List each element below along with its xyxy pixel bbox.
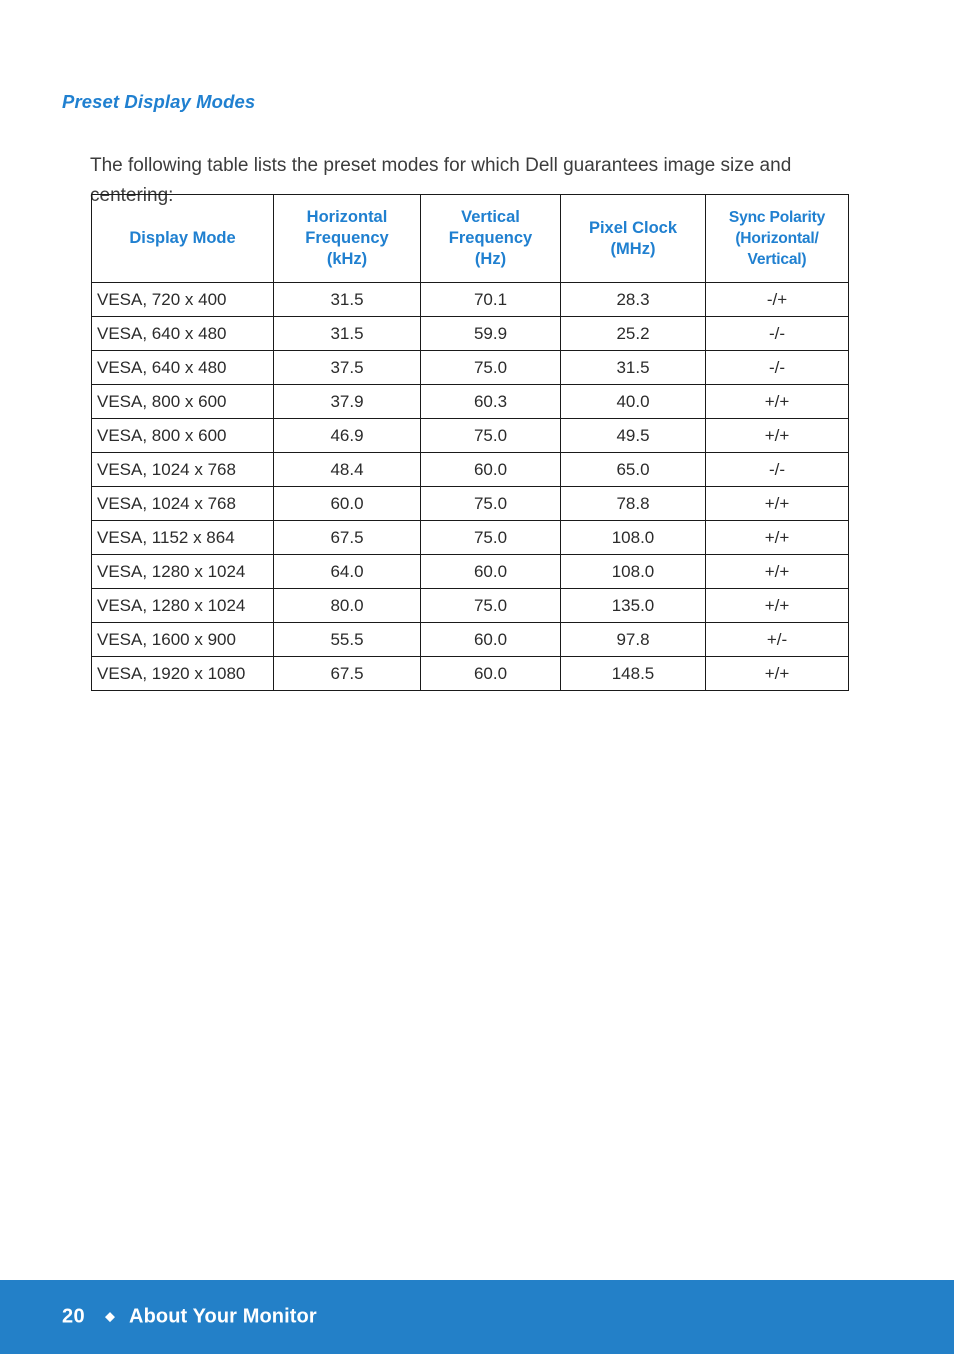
cell-vertical-frequency: 75.0 bbox=[420, 588, 561, 623]
cell-display-mode: VESA, 800 x 600 bbox=[91, 384, 274, 419]
column-header-sync-polarity-line3: Vertical) bbox=[747, 251, 807, 268]
table-row: VESA, 1280 x 1024 80.0 75.0 135.0 +/+ bbox=[91, 588, 849, 623]
cell-display-mode: VESA, 1152 x 864 bbox=[91, 520, 274, 555]
cell-vertical-frequency: 75.0 bbox=[420, 520, 561, 555]
cell-horizontal-frequency: 80.0 bbox=[273, 588, 421, 623]
cell-pixel-clock: 49.5 bbox=[560, 418, 706, 453]
column-header-display-mode: Display Mode bbox=[91, 194, 274, 283]
column-header-horizontal-frequency-line2: Frequency bbox=[305, 229, 389, 247]
table-row: VESA, 1280 x 1024 64.0 60.0 108.0 +/+ bbox=[91, 554, 849, 589]
cell-pixel-clock: 108.0 bbox=[560, 554, 706, 589]
document-page: Preset Display Modes The following table… bbox=[0, 0, 954, 1354]
cell-display-mode: VESA, 640 x 480 bbox=[91, 316, 274, 351]
cell-horizontal-frequency: 67.5 bbox=[273, 520, 421, 555]
column-header-display-mode-label: Display Mode bbox=[129, 229, 236, 247]
cell-horizontal-frequency: 46.9 bbox=[273, 418, 421, 453]
cell-horizontal-frequency: 48.4 bbox=[273, 452, 421, 487]
column-header-sync-polarity-line1: Sync Polarity bbox=[728, 209, 826, 226]
cell-display-mode: VESA, 1920 x 1080 bbox=[91, 656, 274, 691]
cell-display-mode: VESA, 800 x 600 bbox=[91, 418, 274, 453]
cell-sync-polarity: -/- bbox=[705, 316, 849, 351]
table-body: VESA, 720 x 400 31.5 70.1 28.3 -/+ VESA, 640 … bbox=[91, 282, 849, 691]
cell-display-mode: VESA, 1600 x 900 bbox=[91, 622, 274, 657]
page-footer: 20 ◆ About Your Monitor bbox=[0, 1280, 954, 1354]
cell-sync-polarity: +/+ bbox=[705, 418, 849, 453]
diamond-icon: ◆ bbox=[105, 1308, 116, 1324]
cell-horizontal-frequency: 31.5 bbox=[273, 282, 421, 317]
footer-content: 20 ◆ About Your Monitor bbox=[62, 1306, 317, 1329]
cell-pixel-clock: 25.2 bbox=[560, 316, 706, 351]
cell-vertical-frequency: 75.0 bbox=[420, 350, 561, 385]
cell-pixel-clock: 40.0 bbox=[560, 384, 706, 419]
cell-display-mode: VESA, 1280 x 1024 bbox=[91, 588, 274, 623]
column-header-pixel-clock: Pixel Clock (MHz) bbox=[560, 194, 706, 283]
cell-sync-polarity: -/- bbox=[705, 452, 849, 487]
table-row: VESA, 1024 x 768 60.0 75.0 78.8 +/+ bbox=[91, 486, 849, 521]
cell-pixel-clock: 28.3 bbox=[560, 282, 706, 317]
cell-horizontal-frequency: 67.5 bbox=[273, 656, 421, 691]
cell-horizontal-frequency: 55.5 bbox=[273, 622, 421, 657]
cell-pixel-clock: 31.5 bbox=[560, 350, 706, 385]
cell-display-mode: VESA, 1280 x 1024 bbox=[91, 554, 274, 589]
cell-sync-polarity: +/+ bbox=[705, 588, 849, 623]
cell-vertical-frequency: 59.9 bbox=[420, 316, 561, 351]
preset-display-modes-table: Display Mode Horizontal Frequency (kHz) … bbox=[91, 194, 849, 691]
column-header-vertical-frequency-line3: (Hz) bbox=[474, 250, 507, 268]
section-heading: Preset Display Modes bbox=[62, 91, 256, 112]
table-row: VESA, 640 x 480 31.5 59.9 25.2 -/- bbox=[91, 316, 849, 351]
table-row: VESA, 640 x 480 37.5 75.0 31.5 -/- bbox=[91, 350, 849, 385]
cell-sync-polarity: -/- bbox=[705, 350, 849, 385]
table-row: VESA, 1600 x 900 55.5 60.0 97.8 +/- bbox=[91, 622, 849, 657]
column-header-vertical-frequency: Vertical Frequency (Hz) bbox=[420, 194, 561, 283]
cell-vertical-frequency: 75.0 bbox=[420, 418, 561, 453]
cell-horizontal-frequency: 37.9 bbox=[273, 384, 421, 419]
cell-display-mode: VESA, 1024 x 768 bbox=[91, 486, 274, 521]
cell-display-mode: VESA, 1024 x 768 bbox=[91, 452, 274, 487]
cell-pixel-clock: 135.0 bbox=[560, 588, 706, 623]
cell-display-mode: VESA, 720 x 400 bbox=[91, 282, 274, 317]
cell-sync-polarity: -/+ bbox=[705, 282, 849, 317]
cell-vertical-frequency: 60.0 bbox=[420, 656, 561, 691]
table-row: VESA, 720 x 400 31.5 70.1 28.3 -/+ bbox=[91, 282, 849, 317]
cell-pixel-clock: 97.8 bbox=[560, 622, 706, 657]
cell-vertical-frequency: 60.0 bbox=[420, 554, 561, 589]
table-row: VESA, 1152 x 864 67.5 75.0 108.0 +/+ bbox=[91, 520, 849, 555]
cell-vertical-frequency: 75.0 bbox=[420, 486, 561, 521]
cell-horizontal-frequency: 60.0 bbox=[273, 486, 421, 521]
cell-vertical-frequency: 60.0 bbox=[420, 622, 561, 657]
cell-sync-polarity: +/- bbox=[705, 622, 849, 657]
cell-pixel-clock: 108.0 bbox=[560, 520, 706, 555]
table-row: VESA, 800 x 600 37.9 60.3 40.0 +/+ bbox=[91, 384, 849, 419]
column-header-pixel-clock-line2: (MHz) bbox=[610, 239, 656, 258]
column-header-vertical-frequency-line1: Vertical bbox=[461, 208, 520, 226]
cell-pixel-clock: 65.0 bbox=[560, 452, 706, 487]
footer-page-number: 20 bbox=[62, 1305, 86, 1328]
column-header-horizontal-frequency: Horizontal Frequency (kHz) bbox=[273, 194, 421, 283]
table-row: VESA, 1024 x 768 48.4 60.0 65.0 -/- bbox=[91, 452, 849, 487]
cell-pixel-clock: 78.8 bbox=[560, 486, 706, 521]
column-header-sync-polarity-line2: (Horizontal/ bbox=[735, 230, 819, 247]
cell-pixel-clock: 148.5 bbox=[560, 656, 706, 691]
cell-vertical-frequency: 60.3 bbox=[420, 384, 561, 419]
cell-horizontal-frequency: 37.5 bbox=[273, 350, 421, 385]
column-header-horizontal-frequency-line3: (kHz) bbox=[326, 250, 368, 268]
table-row: VESA, 1920 x 1080 67.5 60.0 148.5 +/+ bbox=[91, 656, 849, 691]
cell-display-mode: VESA, 640 x 480 bbox=[91, 350, 274, 385]
cell-vertical-frequency: 70.1 bbox=[420, 282, 561, 317]
cell-sync-polarity: +/+ bbox=[705, 384, 849, 419]
column-header-vertical-frequency-line2: Frequency bbox=[448, 229, 533, 247]
column-header-pixel-clock-line1: Pixel Clock bbox=[588, 218, 678, 237]
column-header-horizontal-frequency-line1: Horizontal bbox=[306, 208, 388, 226]
cell-sync-polarity: +/+ bbox=[705, 520, 849, 555]
footer-section-label: About Your Monitor bbox=[129, 1305, 317, 1328]
cell-horizontal-frequency: 31.5 bbox=[273, 316, 421, 351]
table-header-row: Display Mode Horizontal Frequency (kHz) … bbox=[91, 194, 849, 283]
cell-sync-polarity: +/+ bbox=[705, 554, 849, 589]
table-row: VESA, 800 x 600 46.9 75.0 49.5 +/+ bbox=[91, 418, 849, 453]
cell-sync-polarity: +/+ bbox=[705, 656, 849, 691]
column-header-sync-polarity: Sync Polarity (Horizontal/ Vertical) bbox=[705, 194, 849, 283]
cell-vertical-frequency: 60.0 bbox=[420, 452, 561, 487]
cell-sync-polarity: +/+ bbox=[705, 486, 849, 521]
cell-horizontal-frequency: 64.0 bbox=[273, 554, 421, 589]
